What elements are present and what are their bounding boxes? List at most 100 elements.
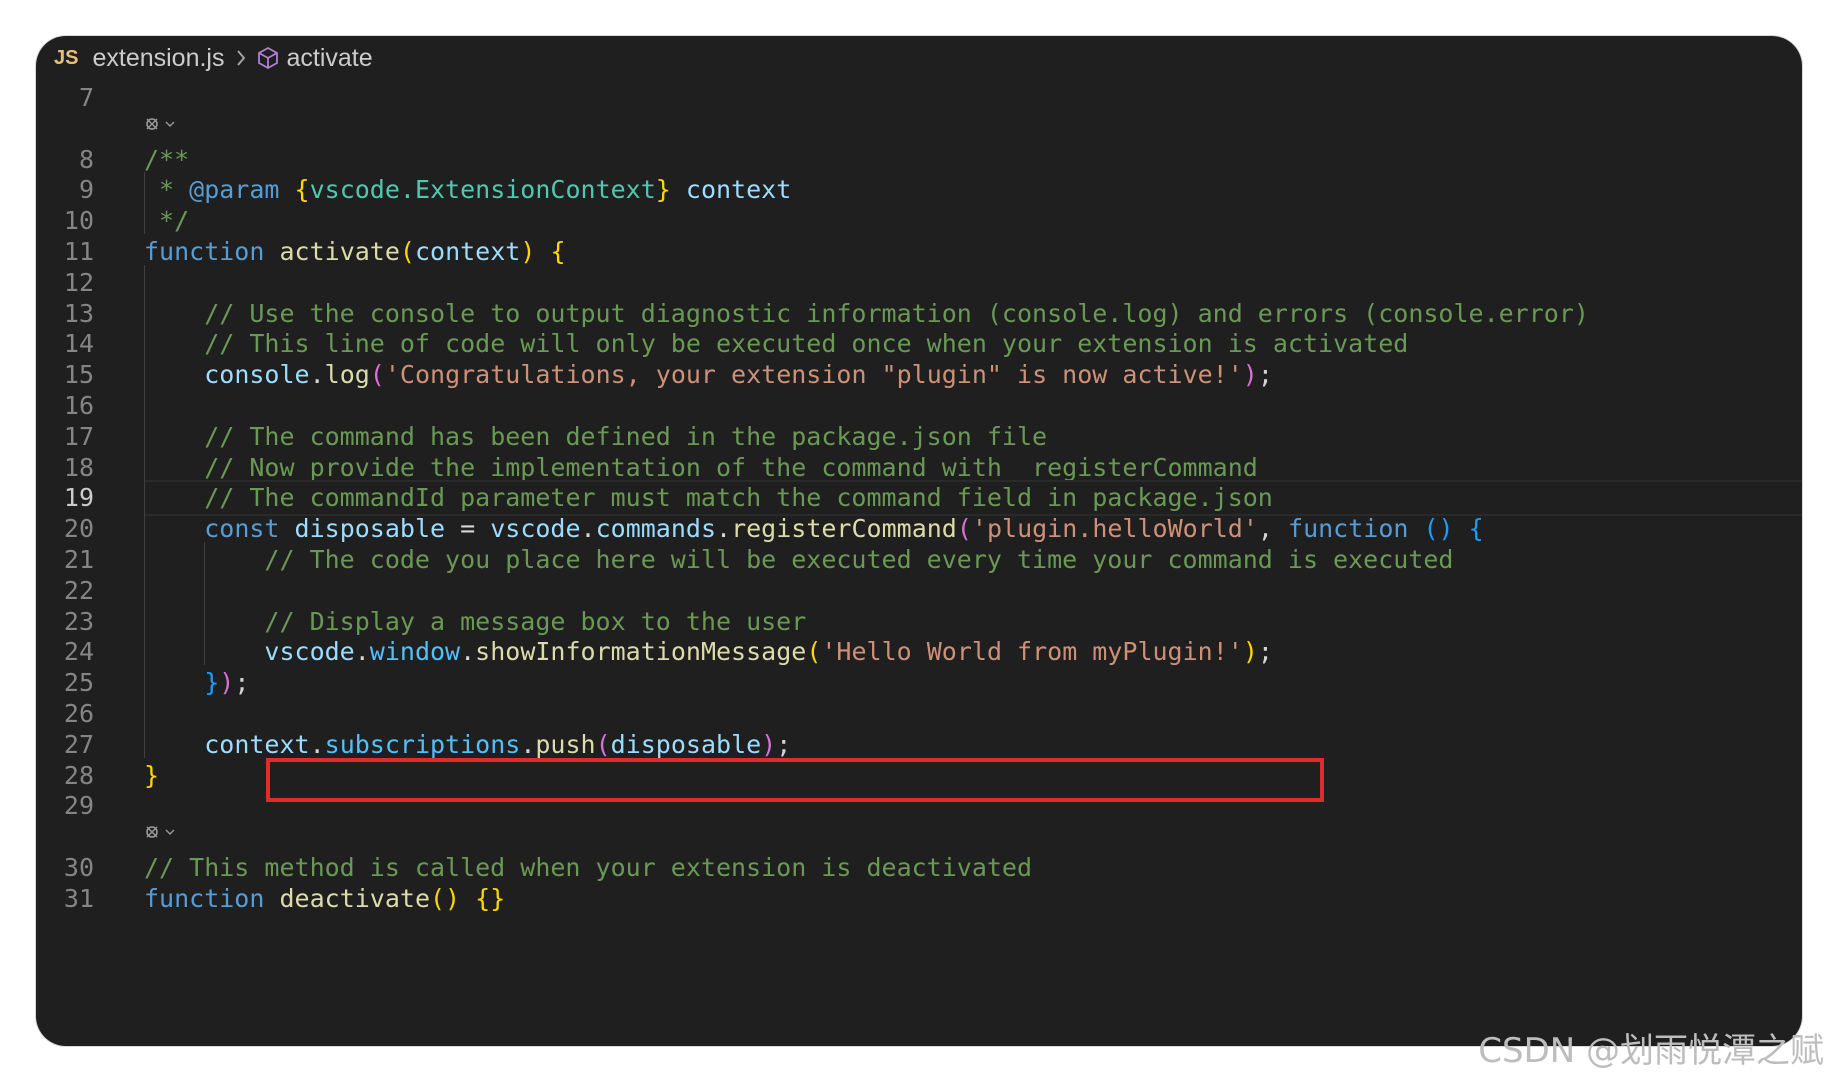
code-token: function: [144, 237, 265, 266]
code-token: .: [354, 637, 370, 667]
code-token: ;: [1257, 637, 1273, 667]
code-token: log: [324, 360, 370, 390]
code-token: .: [460, 637, 476, 667]
code-token: (: [369, 360, 385, 390]
code-token: commands: [595, 514, 717, 544]
code-token: vscode: [264, 637, 355, 667]
code-token: (: [806, 637, 822, 667]
code-token: ;: [776, 729, 792, 759]
code-token: // This method is called when your exten…: [144, 853, 1033, 882]
code-token: showInformationMessage: [475, 637, 807, 667]
code-token: vscode: [490, 514, 581, 544]
breadcrumb-symbol[interactable]: activate: [287, 44, 373, 73]
code-token: (: [399, 237, 415, 266]
code-token: *: [144, 175, 190, 205]
code-token: // Use the console to output diagnostic …: [204, 298, 1589, 328]
code-token: (: [956, 514, 972, 544]
code-token: {}: [475, 883, 506, 913]
line-number: 31: [63, 883, 94, 913]
code-token: ): [520, 237, 536, 266]
code-token: ): [1242, 360, 1258, 390]
code-token: }: [204, 668, 220, 698]
code-token: registerCommand: [731, 514, 957, 544]
indent-guide: [144, 264, 145, 758]
code-token: .: [309, 360, 325, 390]
code-token: // The commandId parameter must match th…: [204, 483, 1273, 513]
code-token: ;: [1257, 360, 1273, 390]
code-token: 'Hello World from myPlugin!': [821, 637, 1243, 667]
indent-guide: [204, 542, 206, 666]
code-token: activate: [279, 237, 400, 266]
code-token: disposable: [610, 729, 762, 759]
code-token: deactivate: [279, 883, 430, 913]
code-text[interactable]: function deactivate() {}: [144, 881, 505, 917]
code-token: ,: [1257, 514, 1289, 544]
code-token: ): [761, 729, 777, 759]
code-token: const: [204, 514, 280, 544]
code-token: {: [1468, 514, 1484, 544]
code-token: {: [550, 237, 566, 266]
code-line[interactable]: 31 function deactivate() {}: [36, 881, 1802, 917]
code-token: 'plugin.helloWorld': [971, 514, 1258, 544]
code-token: =: [445, 514, 491, 544]
code-token: push: [535, 729, 596, 759]
code-token: @param: [189, 175, 280, 205]
code-editor[interactable]: JS extension.js activate 7 8/** 9 * @param…: [36, 36, 1802, 1046]
code-token: // Display a message box to the user: [264, 606, 807, 636]
code-token: function: [144, 883, 265, 913]
code-token: .: [309, 729, 325, 759]
breadcrumb-file[interactable]: extension.js: [92, 44, 224, 73]
code-token: 'Congratulations, your extension "plugin…: [384, 360, 1243, 390]
javascript-file-icon: JS: [54, 46, 79, 69]
code-token: ): [1242, 637, 1258, 667]
code-token: function: [1288, 514, 1409, 544]
code-token: /**: [144, 144, 190, 174]
code-token: // Now provide the implementation of the…: [204, 452, 1258, 482]
code-token: context: [414, 237, 521, 266]
code-token: console: [204, 360, 310, 390]
code-lines[interactable]: 7 8/** 9 * @param {vscode.ExtensionContext…: [36, 80, 1802, 1046]
code-token: context: [685, 175, 792, 205]
code-token: subscriptions: [324, 729, 521, 759]
code-token: ): [219, 668, 235, 698]
watermark: CSDN @划雨悦潭之赋: [1478, 1031, 1824, 1071]
code-token: disposable: [294, 514, 446, 544]
code-token: // The code you place here will be execu…: [264, 545, 1454, 574]
code-token: (): [430, 883, 461, 913]
code-token: .: [716, 514, 732, 544]
breadcrumb: JS extension.js activate: [36, 36, 1802, 80]
code-token: (): [1423, 514, 1454, 544]
code-token: // The command has been defined in the p…: [204, 421, 1048, 451]
code-token: }: [144, 760, 160, 790]
code-token: context: [204, 729, 310, 759]
code-token: {: [294, 175, 310, 205]
highlight-annotation-box: [266, 758, 1324, 802]
code-token: window: [369, 637, 461, 667]
cube-icon: [257, 46, 279, 70]
code-token: vscode.ExtensionContext: [309, 175, 656, 205]
code-token: */: [144, 206, 190, 236]
code-token: .: [520, 729, 536, 759]
code-token: .: [580, 514, 596, 544]
code-token: (: [595, 729, 611, 759]
code-token: }: [655, 175, 671, 205]
chevron-right-icon: [235, 49, 247, 67]
indent-guide: [144, 172, 145, 234]
